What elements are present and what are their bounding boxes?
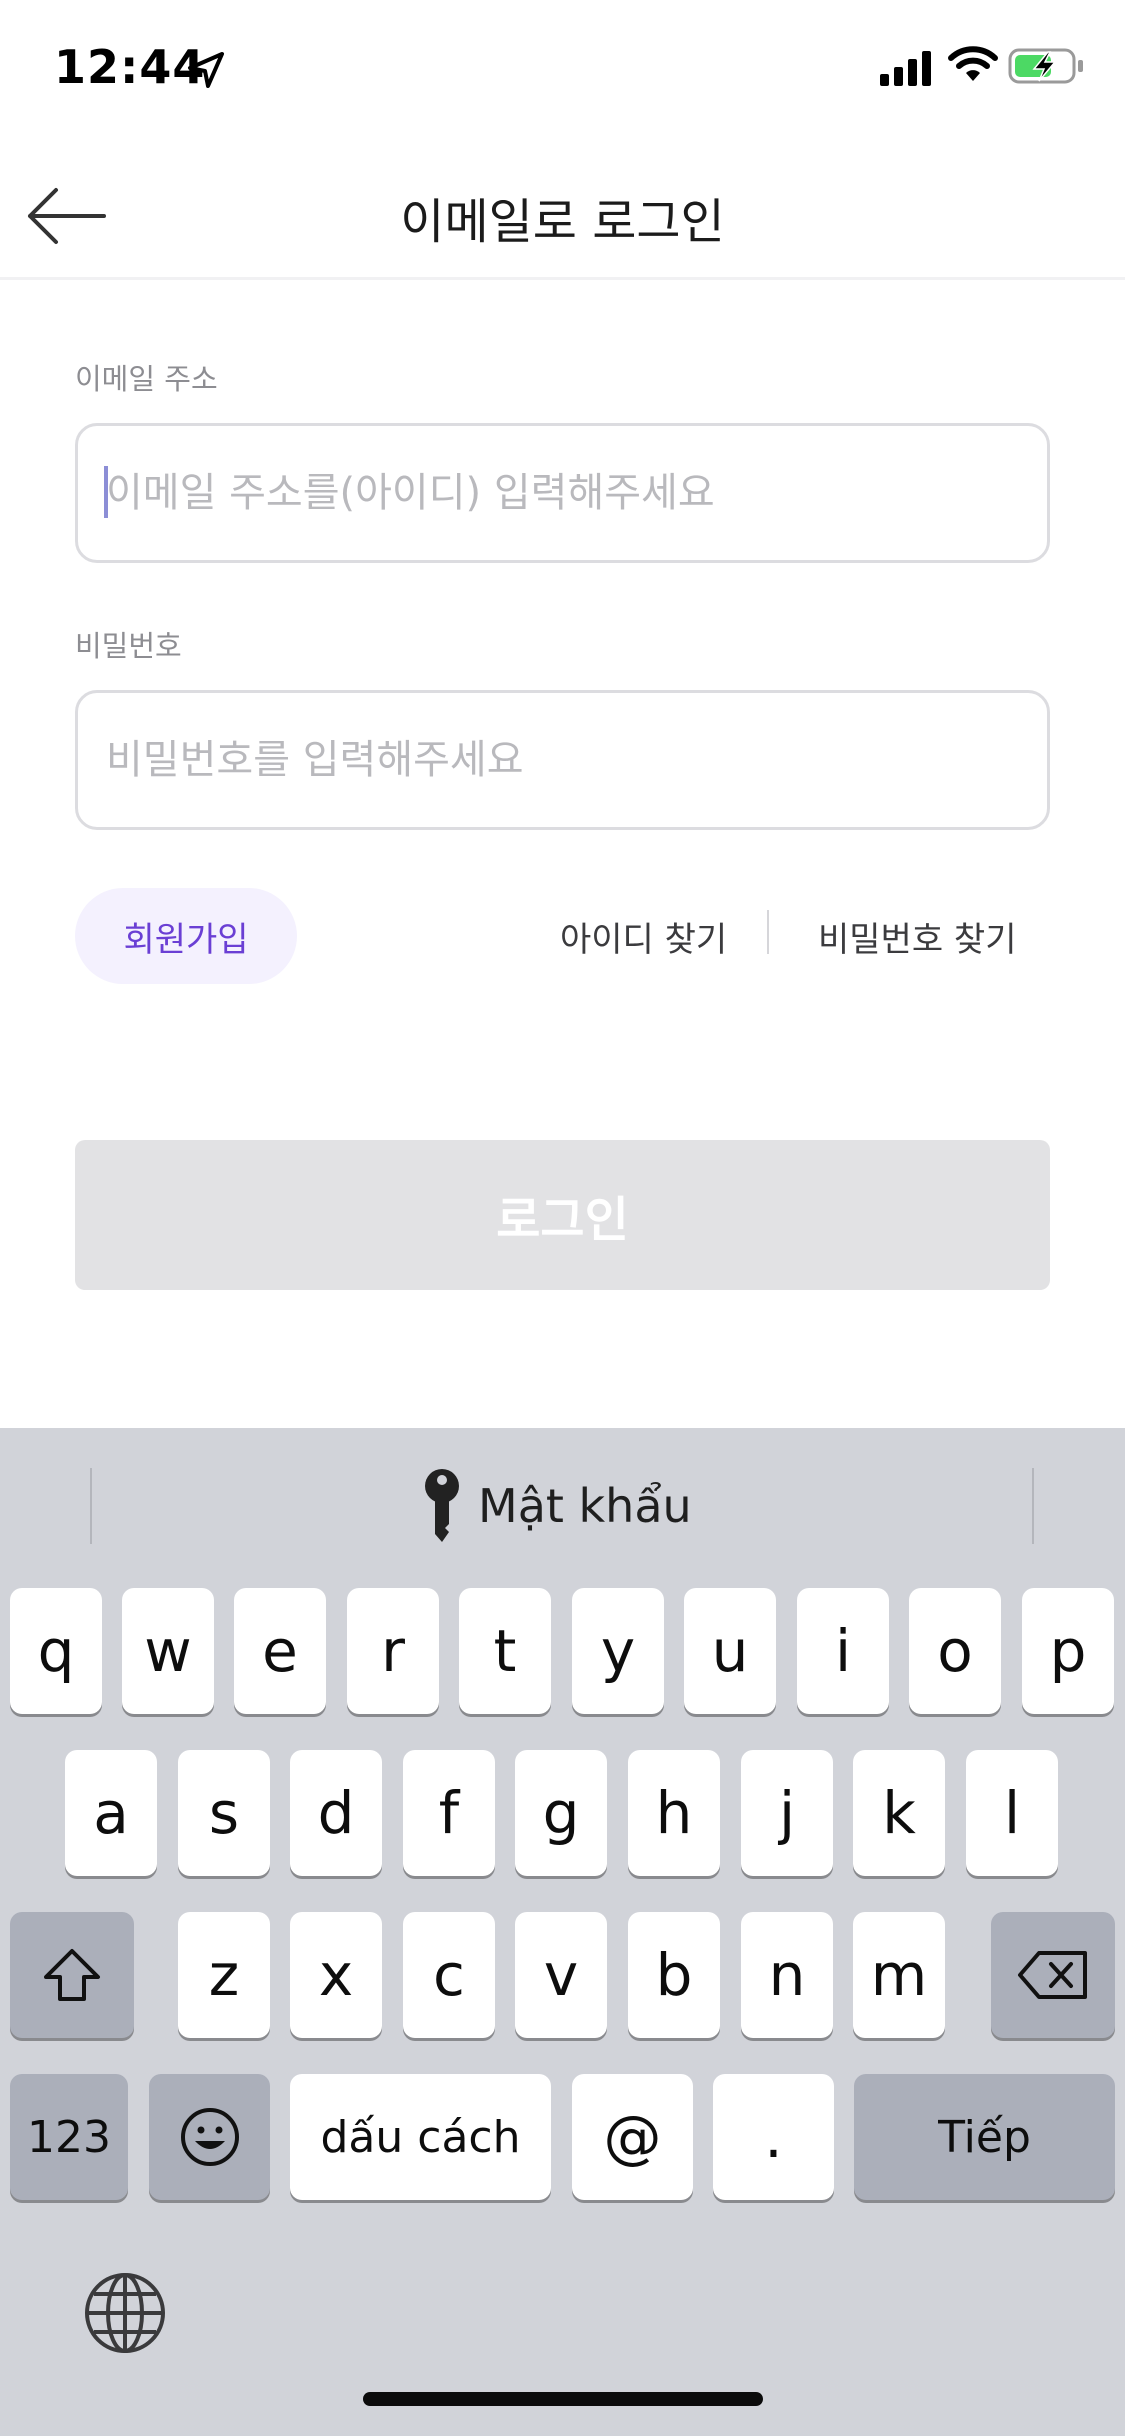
key-icon [425, 1469, 459, 1542]
numbers-key[interactable]: 123 [10, 2074, 128, 2200]
key-a[interactable]: a [65, 1750, 157, 1876]
password-input[interactable] [75, 690, 1050, 830]
key-i[interactable]: i [797, 1588, 889, 1714]
status-bar: 12:44 [0, 0, 1125, 132]
status-time: 12:44 [54, 40, 206, 94]
login-button[interactable]: 로그인 [75, 1140, 1050, 1290]
find-id-link[interactable]: 아이디 찾기 [560, 912, 727, 961]
key-f[interactable]: f [403, 1750, 495, 1876]
key-t[interactable]: t [459, 1588, 551, 1714]
space-key[interactable]: dấu cách [290, 2074, 551, 2200]
emoji-icon [180, 2108, 239, 2166]
email-input[interactable] [75, 423, 1050, 563]
key-p[interactable]: p [1022, 1588, 1114, 1714]
email-label: 이메일 주소 [75, 362, 218, 396]
dot-key[interactable]: . [713, 2074, 834, 2200]
password-suggestion[interactable]: Mật khẩu [420, 1466, 692, 1546]
key-d[interactable]: d [290, 1750, 382, 1876]
key-j[interactable]: j [741, 1750, 833, 1876]
key-g[interactable]: g [515, 1750, 607, 1876]
shift-key[interactable] [10, 1912, 134, 2038]
home-indicator[interactable] [363, 2392, 763, 2406]
key-u[interactable]: u [684, 1588, 776, 1714]
battery-charging-icon [1008, 48, 1083, 84]
key-o[interactable]: o [909, 1588, 1001, 1714]
page-title: 이메일로 로그인 [400, 194, 725, 250]
globe-icon[interactable] [82, 2270, 168, 2356]
suggestion-divider [1032, 1468, 1034, 1544]
backspace-key[interactable] [991, 1912, 1115, 2038]
signup-button[interactable]: 회원가입 [75, 888, 297, 984]
key-w[interactable]: w [122, 1588, 214, 1714]
key-r[interactable]: r [347, 1588, 439, 1714]
cellular-signal-icon [880, 51, 931, 86]
key-e[interactable]: e [234, 1588, 326, 1714]
find-password-link[interactable]: 비밀번호 찾기 [818, 912, 1017, 961]
backspace-icon [1018, 1951, 1087, 1999]
at-key[interactable]: @ [572, 2074, 693, 2200]
next-key[interactable]: Tiếp [854, 2074, 1115, 2200]
suggestion-label: Mật khẩu [478, 1479, 692, 1533]
key-h[interactable]: h [628, 1750, 720, 1876]
location-arrow-icon [188, 52, 224, 88]
suggestion-divider [90, 1468, 92, 1544]
key-x[interactable]: x [290, 1912, 382, 2038]
key-q[interactable]: q [10, 1588, 102, 1714]
key-m[interactable]: m [853, 1912, 945, 2038]
key-n[interactable]: n [741, 1912, 833, 2038]
key-c[interactable]: c [403, 1912, 495, 2038]
key-v[interactable]: v [515, 1912, 607, 2038]
key-b[interactable]: b [628, 1912, 720, 2038]
wifi-icon [948, 46, 998, 81]
emoji-key[interactable] [149, 2074, 270, 2200]
key-y[interactable]: y [572, 1588, 664, 1714]
key-k[interactable]: k [853, 1750, 945, 1876]
text-cursor [104, 466, 108, 518]
link-divider [767, 910, 769, 954]
key-z[interactable]: z [178, 1912, 270, 2038]
nav-bar: 이메일로 로그인 [0, 132, 1125, 280]
key-l[interactable]: l [966, 1750, 1058, 1876]
key-s[interactable]: s [178, 1750, 270, 1876]
password-label: 비밀번호 [75, 629, 182, 663]
shift-arrow-icon [44, 1949, 100, 2001]
